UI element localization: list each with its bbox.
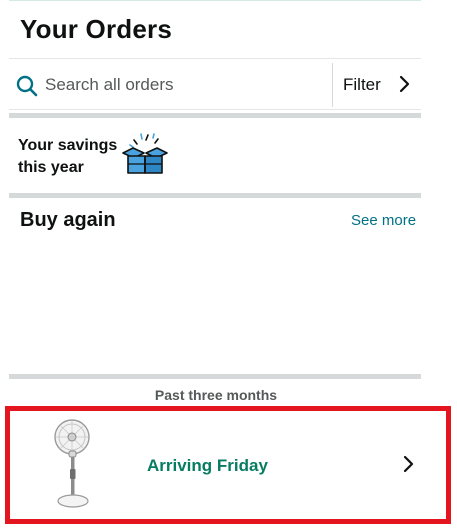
search-input[interactable] — [45, 73, 325, 97]
filter-button[interactable]: Filter — [332, 63, 421, 107]
chevron-right-icon — [399, 75, 410, 93]
section-divider — [9, 193, 421, 198]
filter-label: Filter — [343, 75, 381, 94]
search-icon[interactable] — [16, 75, 38, 97]
orders-section-label: Past three months — [154, 387, 278, 403]
order-status: Arriving Friday — [147, 456, 268, 475]
chevron-right-icon — [403, 455, 414, 473]
section-divider — [9, 113, 421, 118]
top-divider — [9, 0, 421, 1]
see-more-link[interactable]: See more — [351, 212, 416, 229]
search-bar: Filter — [9, 58, 421, 110]
buy-again-title: Buy again — [20, 209, 116, 231]
order-card[interactable]: Arriving Friday — [5, 406, 451, 524]
section-divider — [9, 374, 421, 379]
savings-label: Your savings this year — [18, 137, 118, 176]
savings-card[interactable]: Your savings this year — [9, 119, 421, 193]
page-title: Your Orders — [20, 14, 172, 44]
stand-fan-icon — [54, 419, 90, 508]
gift-box-icon — [122, 133, 168, 174]
